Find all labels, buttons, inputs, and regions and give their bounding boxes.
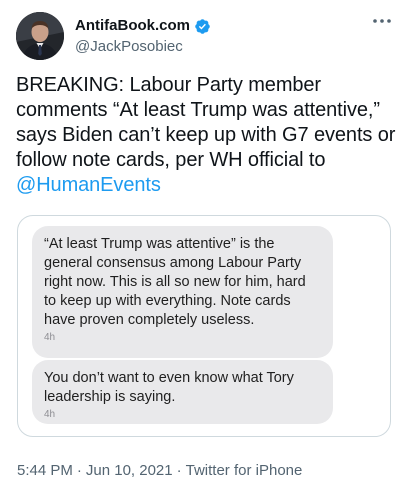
tweet-page: AntifaBook.com @JackPosobiec BREAKING: L… bbox=[0, 0, 407, 500]
message-bubble: You don’t want to even know what Tory le… bbox=[32, 360, 333, 424]
attached-image[interactable]: “At least Trump was attentive” is the ge… bbox=[17, 215, 391, 437]
message-time: 4h bbox=[44, 332, 56, 343]
display-name[interactable]: AntifaBook.com bbox=[75, 16, 190, 36]
tweet-source[interactable]: Twitter for iPhone bbox=[186, 462, 303, 479]
message-text: “At least Trump was attentive” is the ge… bbox=[44, 236, 306, 328]
message-text: You don’t want to even know what Tory le… bbox=[44, 370, 294, 405]
author-handle[interactable]: @JackPosobiec bbox=[75, 37, 211, 57]
tweet-header: AntifaBook.com @JackPosobiec bbox=[16, 12, 393, 62]
tweet-text: BREAKING: Labour Party member comments “… bbox=[16, 73, 396, 198]
tweet-time[interactable]: 5:44 PM bbox=[17, 462, 73, 479]
message-bubble: “At least Trump was attentive” is the ge… bbox=[32, 226, 333, 358]
separator: · bbox=[76, 462, 82, 479]
avatar[interactable] bbox=[16, 12, 64, 60]
message-time: 4h bbox=[44, 409, 56, 420]
mention-link[interactable]: @HumanEvents bbox=[16, 174, 161, 196]
tweet-body: BREAKING: Labour Party member comments “… bbox=[16, 74, 396, 171]
tweet-date[interactable]: Jun 10, 2021 bbox=[86, 462, 173, 479]
separator: · bbox=[176, 462, 182, 479]
tweet-metadata: 5:44 PM · Jun 10, 2021 · Twitter for iPhone bbox=[17, 461, 302, 481]
more-options-icon[interactable] bbox=[371, 14, 393, 28]
author-info[interactable]: AntifaBook.com @JackPosobiec bbox=[75, 16, 211, 57]
verified-badge-icon bbox=[194, 18, 211, 35]
